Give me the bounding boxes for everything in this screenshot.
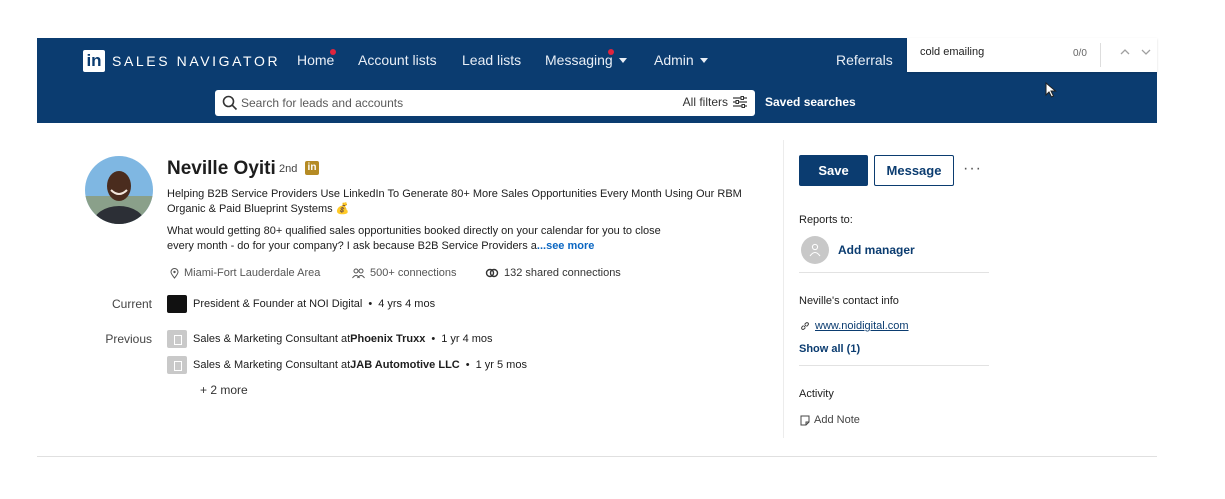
nav-item-label: Lead lists xyxy=(462,52,522,68)
search-icon xyxy=(222,95,238,111)
people-icon xyxy=(352,268,365,278)
message-button[interactable]: Message xyxy=(874,155,954,186)
lead-location: Miami-Fort Lauderdale Area xyxy=(170,267,320,279)
contact-info-heading: Neville's contact info xyxy=(799,295,899,307)
chevron-down-icon[interactable] xyxy=(1141,47,1151,57)
see-more-link[interactable]: ...see more xyxy=(537,240,594,252)
company-logo xyxy=(167,295,187,313)
show-all-contact-link[interactable]: Show all (1) xyxy=(799,343,860,355)
linkedin-premium-icon: in xyxy=(305,161,319,175)
position-duration: 4 yrs 4 mos xyxy=(378,298,436,310)
position-title: President & Founder at NOI Digital xyxy=(193,298,363,310)
current-label: Current xyxy=(111,297,152,311)
separator-dot: • xyxy=(368,298,373,310)
profile-photo[interactable] xyxy=(85,156,153,224)
nav-item-label: Admin xyxy=(654,52,694,68)
nav-item-admin[interactable]: Admin xyxy=(654,52,708,68)
company-placeholder-icon xyxy=(167,356,187,374)
lead-headline: Helping B2B Service Providers Use Linked… xyxy=(167,188,742,215)
nav-item-home[interactable]: Home xyxy=(297,52,334,68)
add-manager-link[interactable]: Add manager xyxy=(838,243,915,257)
current-position[interactable]: President & Founder at NOI Digital • 4 y… xyxy=(167,295,435,313)
previous-position[interactable]: Sales & Marketing Consultant at JAB Auto… xyxy=(167,356,527,374)
messaging-notification-dot xyxy=(608,49,614,55)
more-positions-link[interactable]: + 2 more xyxy=(200,383,248,397)
position-company: Phoenix Truxx xyxy=(350,333,426,345)
person-icon xyxy=(809,243,821,257)
sales-navigator-logo[interactable]: in SALES NAVIGATOR xyxy=(83,50,280,72)
previous-label: Previous xyxy=(105,332,152,346)
position-title: Sales & Marketing Consultant at xyxy=(193,333,351,345)
manager-avatar xyxy=(801,236,829,264)
add-note-button[interactable]: Add Note xyxy=(800,414,860,426)
filter-sliders-icon xyxy=(733,96,747,108)
company-placeholder-icon xyxy=(167,330,187,348)
lead-shared-connections[interactable]: 132 shared connections xyxy=(485,267,621,279)
separator-dot: • xyxy=(465,359,470,371)
shared-connections-icon xyxy=(485,268,499,278)
shared-connections-text: 132 shared connections xyxy=(504,267,621,279)
nav-item-label: Account lists xyxy=(358,52,437,68)
home-notification-dot xyxy=(330,49,336,55)
mouse-cursor-icon xyxy=(1045,82,1057,98)
separator-dot: • xyxy=(431,333,436,345)
nav-item-messaging[interactable]: Messaging xyxy=(545,52,627,68)
nav-item-account-lists[interactable]: Account lists xyxy=(358,52,437,68)
position-duration: 1 yr 5 mos xyxy=(475,359,527,371)
website-url: www.noidigital.com xyxy=(815,320,909,332)
find-match-count: 0/0 xyxy=(1073,48,1087,59)
chevron-up-icon[interactable] xyxy=(1120,47,1130,57)
location-pin-icon xyxy=(170,267,179,279)
all-filters-label: All filters xyxy=(682,95,728,109)
add-note-label: Add Note xyxy=(814,414,860,426)
sales-navigator-page: in SALES NAVIGATOR Home Account lists Le… xyxy=(0,0,1225,499)
profile-photo-image xyxy=(85,156,153,224)
position-company: JAB Automotive LLC xyxy=(350,359,460,371)
activity-heading: Activity xyxy=(799,388,834,400)
nav-item-label: Home xyxy=(297,52,335,68)
find-divider xyxy=(1100,43,1101,67)
position-title: Sales & Marketing Consultant at xyxy=(193,359,351,371)
nav-item-referrals[interactable]: Referrals xyxy=(836,52,893,68)
page-bottom-divider xyxy=(37,456,1157,457)
link-icon xyxy=(801,322,809,330)
column-divider xyxy=(783,140,784,438)
previous-position[interactable]: Sales & Marketing Consultant at Phoenix … xyxy=(167,330,493,348)
find-input[interactable] xyxy=(920,46,1060,58)
global-search-bar: All filters xyxy=(215,90,755,116)
position-duration: 1 yr 4 mos xyxy=(441,333,493,345)
search-input[interactable] xyxy=(241,94,571,112)
find-in-page-bar: 0/0 xyxy=(907,38,1157,72)
lead-connections[interactable]: 500+ connections xyxy=(352,267,457,279)
linkedin-logo-icon: in xyxy=(83,50,105,72)
connections-text: 500+ connections xyxy=(370,267,457,279)
nav-item-lead-lists[interactable]: Lead lists xyxy=(462,52,521,68)
note-icon xyxy=(800,415,810,425)
lead-name: Neville Oyiti xyxy=(167,158,276,179)
brand-name: SALES NAVIGATOR xyxy=(112,53,281,69)
nav-item-label: Referrals xyxy=(836,52,893,68)
location-text: Miami-Fort Lauderdale Area xyxy=(184,267,321,279)
connection-degree-badge: 2nd xyxy=(279,163,298,175)
nav-item-label: Messaging xyxy=(545,52,613,68)
lead-summary: What would getting 80+ qualified sales o… xyxy=(167,224,667,254)
save-button[interactable]: Save xyxy=(799,155,868,186)
all-filters-button[interactable]: All filters xyxy=(683,95,747,109)
more-options-icon[interactable]: ··· xyxy=(963,160,982,178)
divider xyxy=(799,365,989,366)
chevron-down-icon xyxy=(618,58,627,63)
reports-to-heading: Reports to: xyxy=(799,214,853,226)
website-link[interactable]: www.noidigital.com xyxy=(800,320,909,332)
saved-searches-link[interactable]: Saved searches xyxy=(765,95,856,109)
chevron-down-icon xyxy=(699,58,708,63)
divider xyxy=(799,272,989,273)
